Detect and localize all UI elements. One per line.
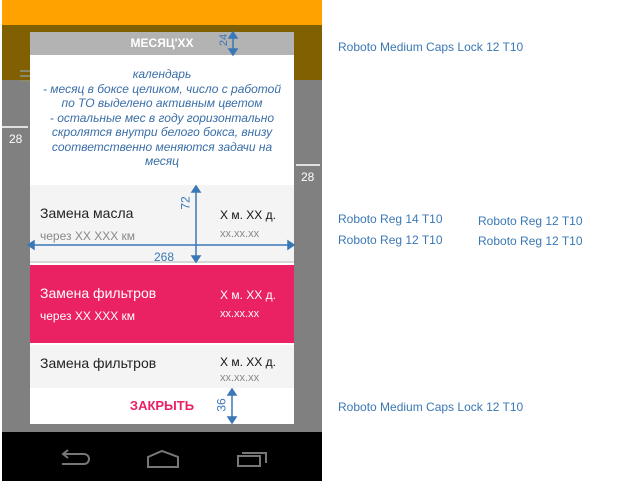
annotation-subtitle-font: Roboto Reg 12 T10 <box>338 233 443 247</box>
dim-item-height: 72 <box>178 196 193 210</box>
annotation-header-font: Roboto Medium Caps Lock 12 T10 <box>338 40 524 54</box>
annotation-title-font: Roboto Reg 14 T10 <box>338 212 443 226</box>
dim-margin-right: 28 <box>301 170 315 184</box>
dim-header-height: 24 <box>218 33 231 47</box>
annotation-right-date-font: Roboto Reg 12 T10 <box>478 234 583 248</box>
dim-margin-left: 28 <box>9 132 23 146</box>
dim-footer-height: 36 <box>214 398 229 412</box>
dim-item-width: 268 <box>154 250 175 264</box>
annotation-right-title-font: Roboto Reg 12 T10 <box>478 214 583 228</box>
annotation-button-font: Roboto Medium Caps Lock 12 T10 <box>338 400 524 414</box>
